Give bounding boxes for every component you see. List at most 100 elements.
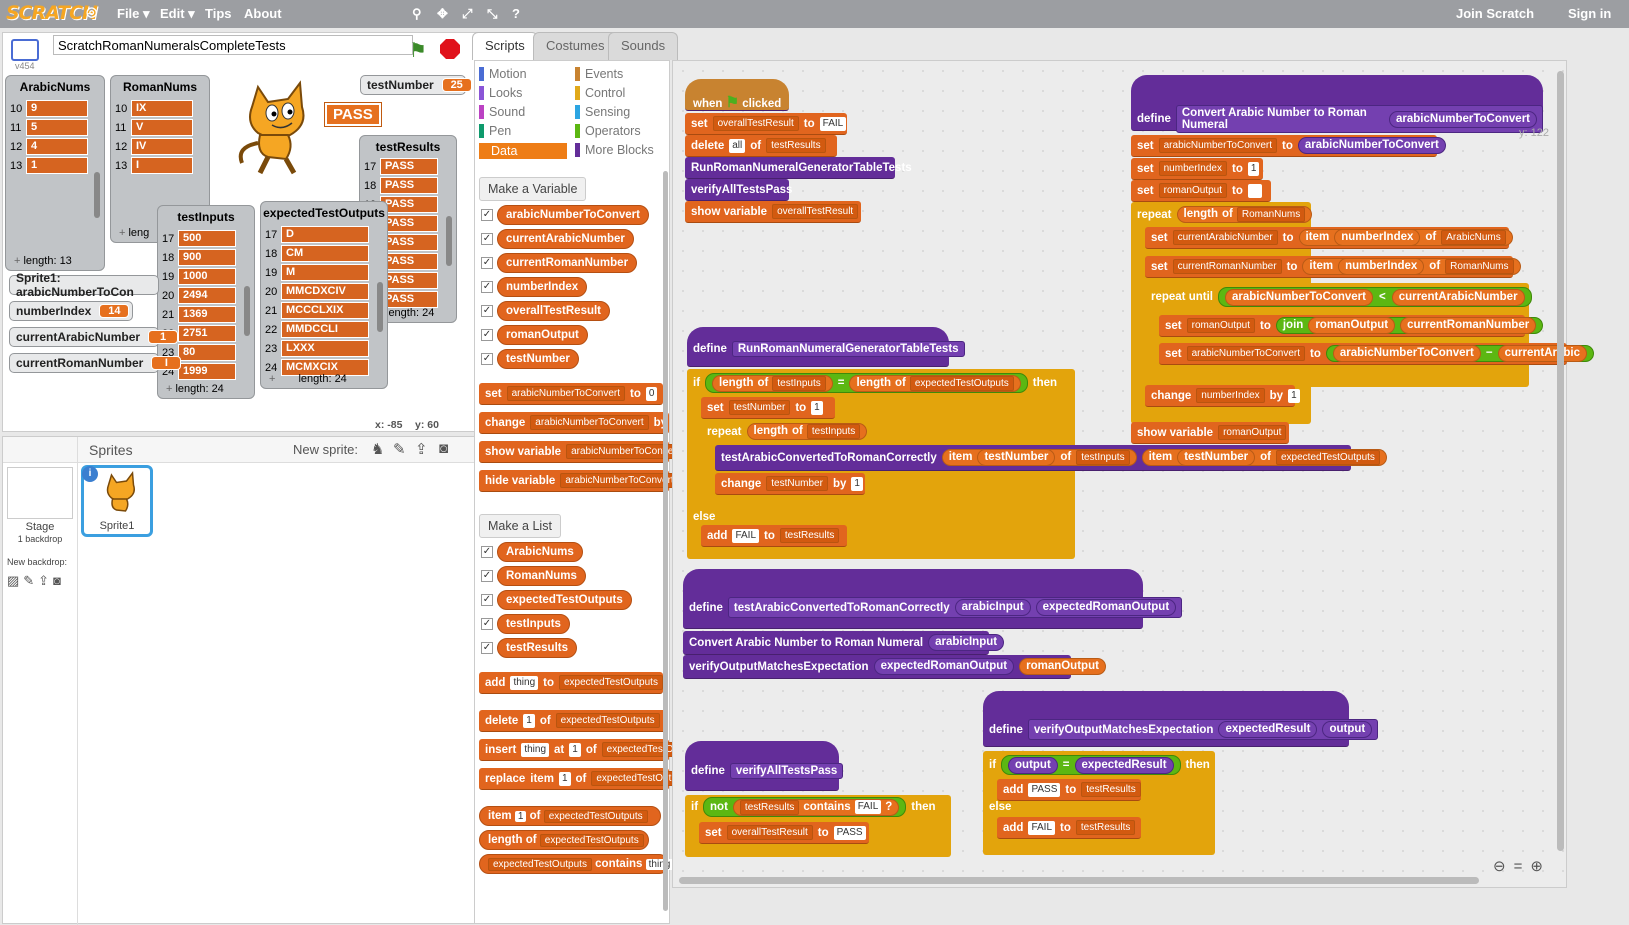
file-menu[interactable]: File ▾	[117, 6, 150, 22]
upload-icon[interactable]: ⇪	[415, 440, 428, 458]
category-sound[interactable]: Sound	[479, 105, 525, 119]
list-cell[interactable]: 2751	[178, 325, 236, 342]
variable-reporter[interactable]: testResults	[497, 638, 577, 658]
list-cell[interactable]: I	[131, 157, 193, 174]
list-cell[interactable]: 900	[178, 249, 236, 266]
sign-in-link[interactable]: Sign in	[1568, 6, 1611, 21]
variable-monitor-numberindex[interactable]: numberIndex 14	[9, 301, 133, 321]
tab-sounds[interactable]: Sounds	[608, 32, 679, 60]
monitor-checkbox[interactable]: ✓	[481, 257, 493, 269]
set-block[interactable]: set romanOutput to join romanOutput currentRo…	[1159, 315, 1544, 337]
green-flag-icon[interactable]: ⚑	[409, 38, 427, 63]
set-block[interactable]: set overallTestResult to PASS	[699, 822, 869, 844]
sprite1-thumbnail[interactable]: i Sprite1	[81, 465, 153, 537]
list-cell[interactable]: PASS	[380, 215, 438, 232]
category-sensing[interactable]: Sensing	[575, 105, 630, 119]
list-cell[interactable]: 2494	[178, 287, 236, 304]
tab-scripts[interactable]: Scripts	[472, 32, 538, 60]
define-test-arabic-hat[interactable]: define testArabicConvertedToRomanCorrectl…	[683, 569, 1183, 629]
list-cell[interactable]: 80	[178, 344, 236, 361]
list-cell[interactable]: 1	[26, 157, 88, 174]
monitor-checkbox[interactable]: ✓	[481, 546, 493, 558]
category-more-blocks[interactable]: More Blocks	[575, 143, 654, 157]
length-of-list-reporter[interactable]: length of expectedTestOutputs	[479, 830, 649, 850]
variable-reporter[interactable]: currentArabicNumber	[497, 229, 634, 249]
paint-icon[interactable]: ✎	[393, 440, 406, 458]
variable-reporter[interactable]: testInputs	[497, 614, 570, 634]
shrink-icon[interactable]: ⤡	[487, 6, 497, 22]
list-cell[interactable]: PASS	[380, 272, 438, 289]
list-monitor-expectedtestoutputs[interactable]: expectedTestOutputs 17 D 18 CM 19 M 20 MMCDXCIV…	[260, 201, 388, 389]
set-block[interactable]: set currentArabicNumber to item numberIndex o…	[1145, 227, 1513, 249]
variable-monitor-testnumber[interactable]: testNumber 25	[360, 75, 472, 95]
variable-reporter[interactable]: currentRomanNumber	[497, 253, 638, 273]
library-sprite-icon[interactable]: ♞	[371, 440, 384, 458]
cat-sprite[interactable]	[228, 77, 318, 177]
list-cell[interactable]: MMCDXCIV	[281, 283, 369, 300]
list-cell[interactable]: PASS	[380, 196, 438, 213]
variable-reporter[interactable]: numberIndex	[497, 277, 588, 297]
edit-menu[interactable]: Edit ▾	[160, 6, 195, 22]
category-motion[interactable]: Motion	[479, 67, 527, 81]
when-flag-clicked-hat[interactable]: when ⚑ clicked	[685, 79, 789, 111]
list-cell[interactable]: IV	[131, 138, 193, 155]
list-cell[interactable]: V	[131, 119, 193, 136]
show-variable-block[interactable]: show variable romanOutput	[1131, 422, 1289, 444]
list-cell[interactable]: MMDCCLI	[281, 321, 369, 338]
show-variable-block[interactable]: show variable overallTestResult	[685, 201, 861, 223]
scratch-logo[interactable]: SCRATCH	[6, 2, 98, 24]
monitor-checkbox[interactable]: ✓	[481, 281, 493, 293]
stage-thumbnail[interactable]	[7, 467, 73, 519]
monitor-checkbox[interactable]: ✓	[481, 594, 493, 606]
delete-of-list-block[interactable]: delete 1 of expectedTestOutputs	[479, 710, 667, 732]
delete-all-block[interactable]: delete all of testResults	[685, 135, 837, 157]
stop-icon[interactable]	[440, 39, 460, 59]
define-run-generator-hat[interactable]: define RunRomanNumeralGeneratorTableTests	[687, 327, 965, 367]
variable-monitor-currentarabic[interactable]: currentArabicNumber 1	[9, 327, 179, 347]
list-cell[interactable]: D	[281, 226, 369, 243]
replace-item-block[interactable]: replace item 1 of expectedTestOutputs	[479, 768, 696, 790]
scripts-area[interactable]: when ⚑ clicked set overallTestResult to FAI…	[672, 60, 1594, 888]
variable-monitor-sprite1[interactable]: Sprite1: arabicNumberToCon	[9, 271, 159, 299]
category-looks[interactable]: Looks	[479, 86, 522, 100]
join-scratch-link[interactable]: Join Scratch	[1456, 6, 1534, 21]
list-cell[interactable]: PASS	[380, 158, 438, 175]
define-verify-output-hat[interactable]: define verifyOutputMatchesExpectation expe…	[983, 691, 1379, 747]
set-block[interactable]: set testNumber to 1	[701, 397, 835, 419]
monitor-checkbox[interactable]: ✓	[481, 618, 493, 630]
horizontal-scrollbar[interactable]	[679, 877, 1479, 884]
cut-icon[interactable]: ✥	[437, 6, 448, 22]
test-arabic-call-block[interactable]: testArabicConvertedToRomanCorrectly item t…	[715, 445, 1387, 471]
add-block[interactable]: add FAIL to testResults	[701, 525, 847, 547]
list-scrollbar[interactable]	[446, 216, 452, 266]
add-block[interactable]: add PASS to testResults	[997, 779, 1141, 801]
set-variable-block[interactable]: set arabicNumberToConvert to 0	[479, 383, 663, 405]
duplicate-icon[interactable]: ⚲	[412, 6, 422, 22]
list-cell[interactable]: 1369	[178, 306, 236, 323]
variable-reporter[interactable]: RomanNums	[497, 566, 586, 586]
set-block[interactable]: set overallTestResult to FAIL	[685, 113, 847, 135]
stage[interactable]: PASS ArabicNums 10 9 11 5 12 4 13 1 + length…	[3, 71, 483, 415]
tab-costumes[interactable]: Costumes	[533, 32, 618, 60]
grow-icon[interactable]: ⤢	[462, 6, 472, 22]
run-generator-call-block[interactable]: RunRomanNumeralGeneratorTableTests	[685, 157, 912, 179]
variable-reporter[interactable]: expectedTestOutputs	[497, 590, 632, 610]
list-cell[interactable]: 5	[26, 119, 88, 136]
variable-reporter[interactable]: ArabicNums	[497, 542, 583, 562]
set-block[interactable]: set currentRomanNumber to item numberIndex of…	[1145, 256, 1521, 278]
add-to-list-block[interactable]: add thing to expectedTestOutputs	[479, 672, 663, 694]
change-block[interactable]: change testNumber by 1	[715, 473, 865, 495]
convert-call-block[interactable]: Convert Arabic Number to Roman Numeral ar…	[683, 631, 1005, 655]
list-cell[interactable]: PASS	[380, 177, 438, 194]
variable-reporter[interactable]: overallTestResult	[497, 301, 611, 321]
zoom-controls-icon[interactable]: ⊖=⊕	[1493, 857, 1551, 875]
set-block[interactable]: set arabicNumberToConvert to arabicNumberTo…	[1131, 135, 1446, 157]
monitor-checkbox[interactable]: ✓	[481, 329, 493, 341]
vertical-scrollbar[interactable]	[1557, 71, 1564, 851]
backdrop-tools-icon[interactable]: ▨✎⇪◙	[7, 573, 65, 589]
category-pen[interactable]: Pen	[479, 124, 511, 138]
show-variable-block[interactable]: show variable arabicNumberToConver	[479, 441, 682, 463]
insert-at-list-block[interactable]: insert thing at 1 of expectedTestOutputs	[479, 739, 706, 761]
list-cell[interactable]: 1000	[178, 268, 236, 285]
variable-reporter[interactable]: testNumber	[497, 349, 579, 369]
